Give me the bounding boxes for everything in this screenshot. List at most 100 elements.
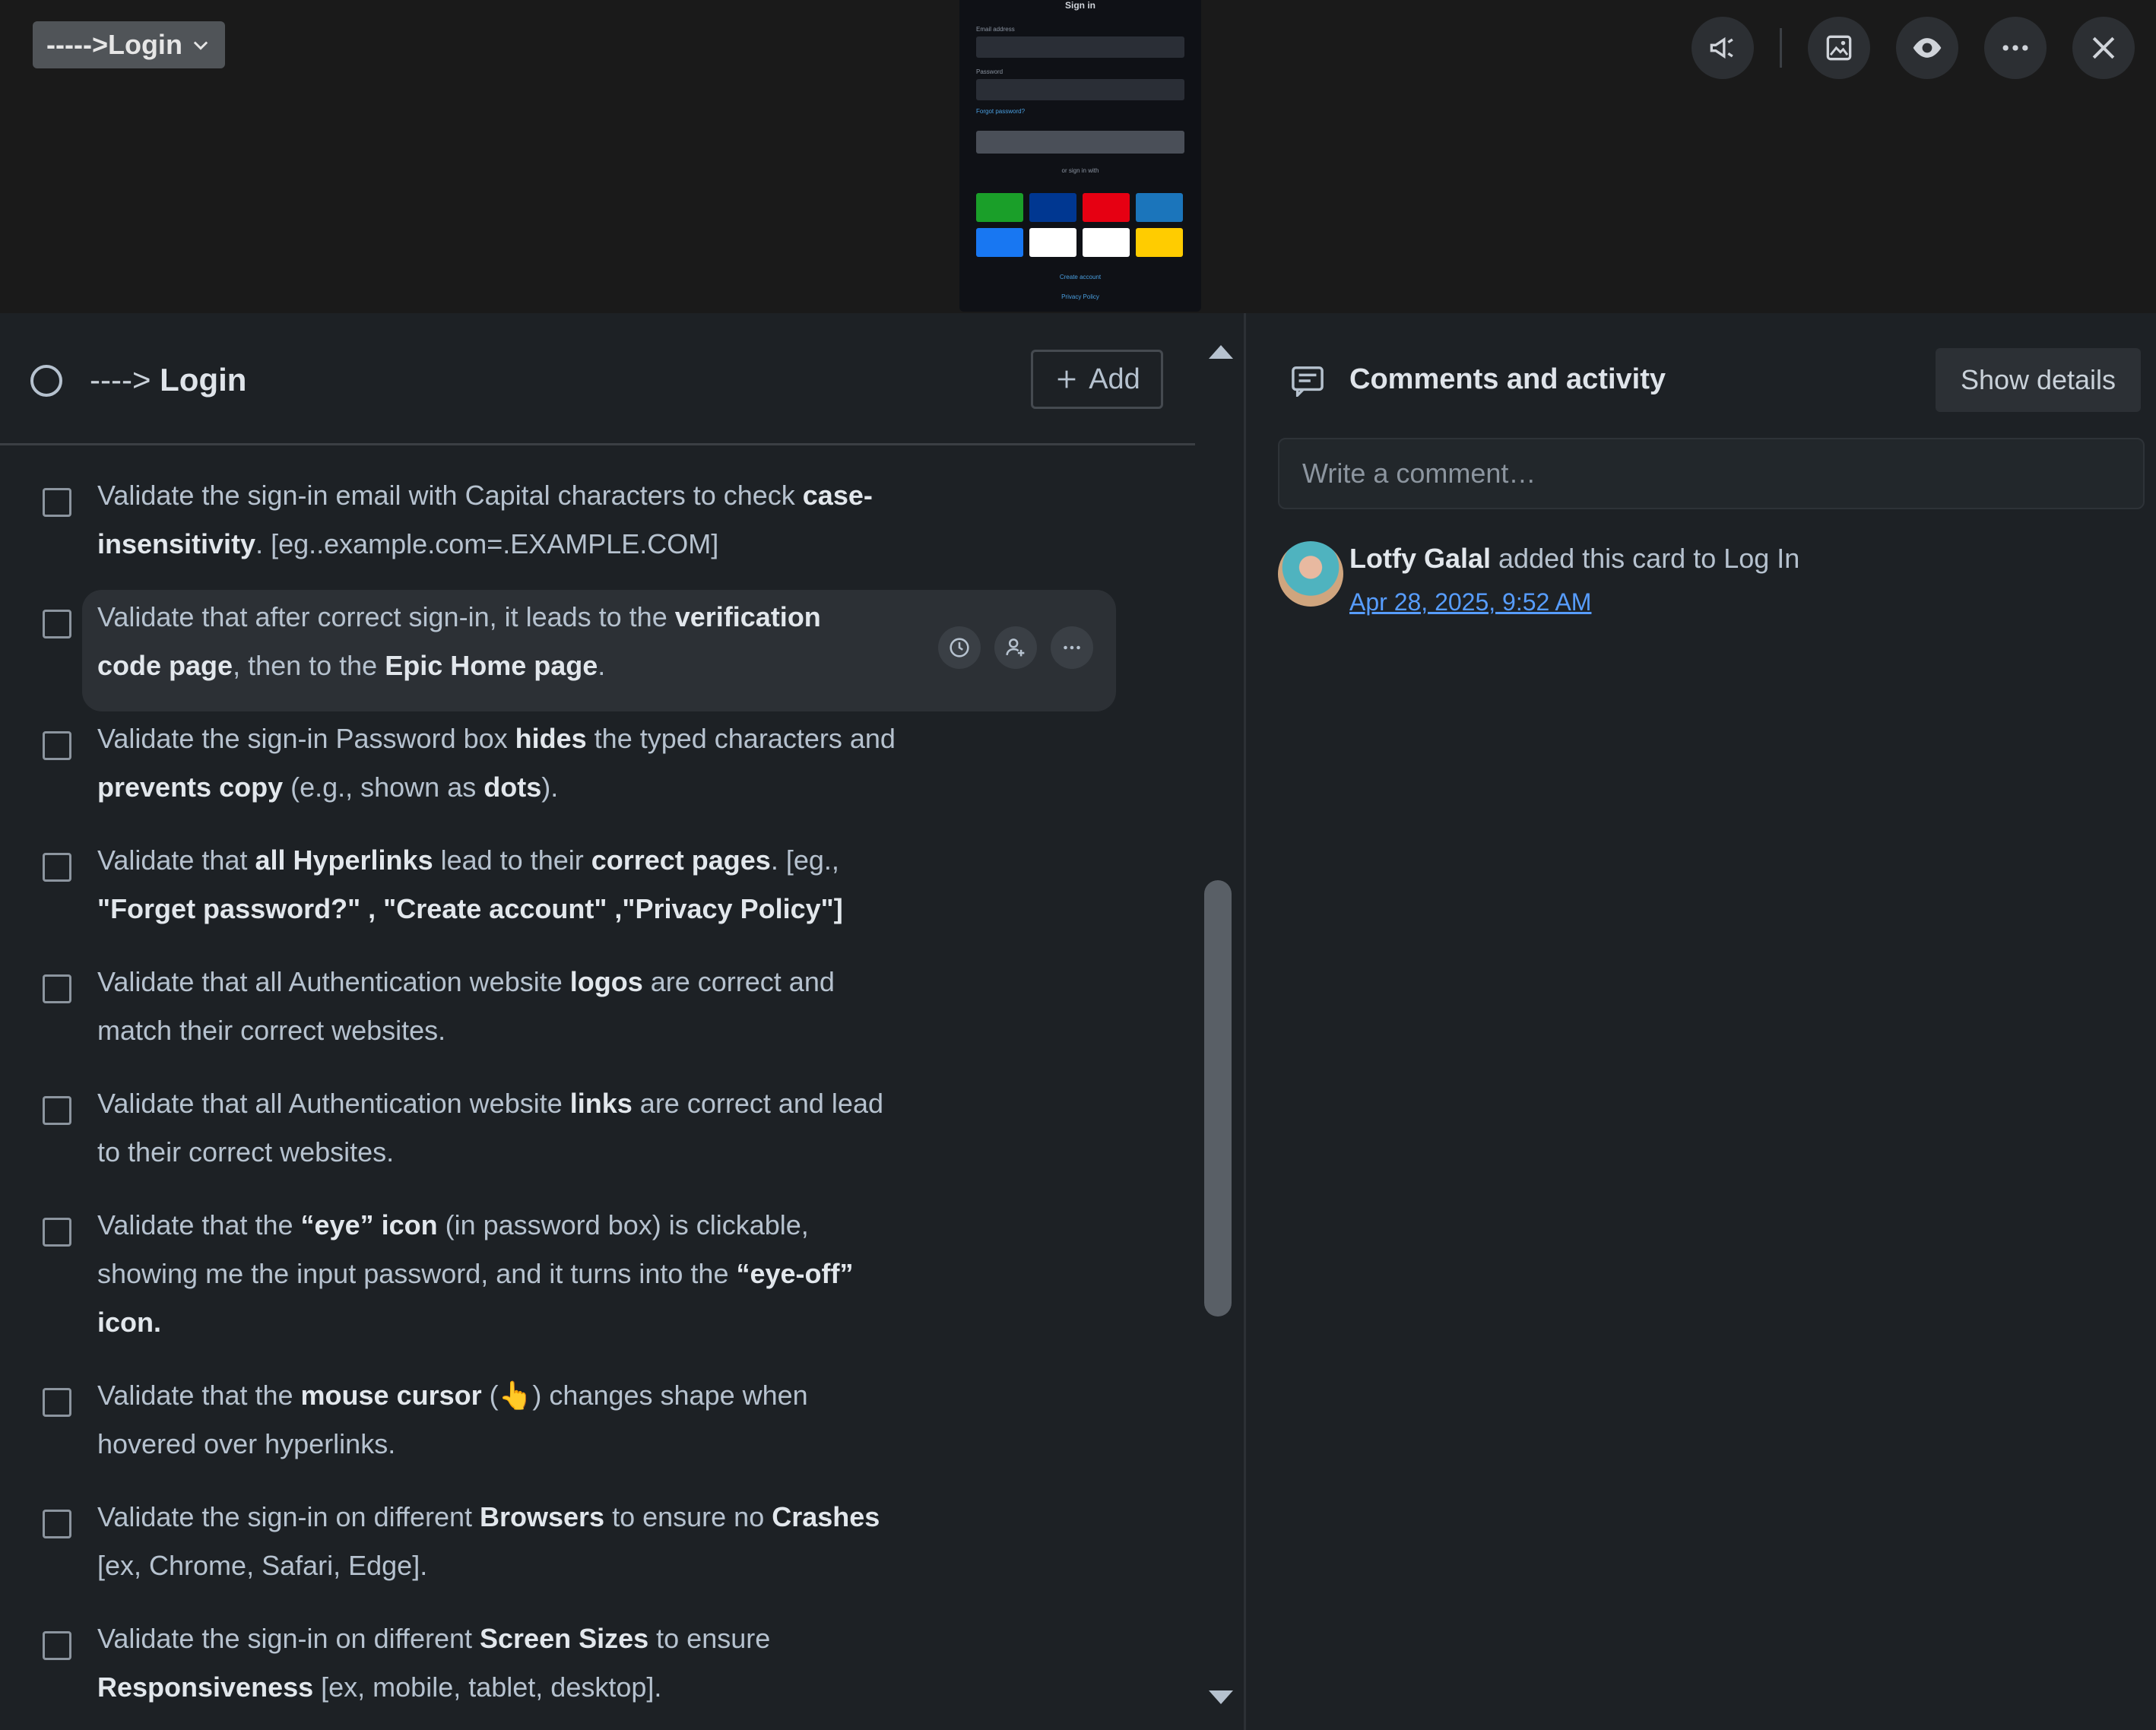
add-item-button[interactable]: Add [1031, 350, 1163, 409]
item-text-part: the typed characters and [586, 723, 896, 754]
checklist-item-text[interactable]: Validate that all Authentication website… [97, 958, 918, 1055]
watch-button[interactable] [1896, 17, 1958, 79]
checklist-item-checkbox[interactable] [43, 1218, 71, 1247]
scroll-up-arrow-icon[interactable] [1209, 345, 1233, 359]
item-text-bold: case- [802, 480, 873, 511]
preview-auth-logo [976, 228, 1023, 257]
item-text-part: Validate that the [97, 1380, 301, 1411]
preview-auth-logo [1083, 228, 1130, 257]
more-icon [2002, 45, 2028, 51]
checklist-item-text[interactable]: Validate that the “eye” icon (in passwor… [97, 1201, 918, 1347]
item-text-bold: correct pages [591, 844, 771, 876]
checklist-item-checkbox[interactable] [43, 731, 71, 760]
checklist-item-checkbox[interactable] [43, 1631, 71, 1660]
comment-icon [1292, 366, 1324, 397]
item-text-part: (in password box) is clickable, [437, 1209, 809, 1240]
preview-title: Sign in [1065, 0, 1095, 11]
comment-placeholder: Write a comment… [1302, 458, 1536, 489]
item-text-part: Validate that all Authentication website [97, 1088, 570, 1119]
item-more-button[interactable] [1051, 626, 1093, 669]
checklist-item-checkbox[interactable] [43, 610, 71, 638]
checklist-item-text[interactable]: Validate the sign-in Password box hides … [97, 714, 918, 812]
item-text-bold: links [569, 1088, 633, 1119]
list-selector-label: ----->Login [46, 29, 182, 60]
checklist-item-checkbox[interactable] [43, 1096, 71, 1125]
checklist-title-text: Login [160, 362, 247, 398]
item-text-part: to ensure no [604, 1501, 772, 1532]
comment-input[interactable]: Write a comment… [1278, 438, 2145, 509]
item-text-part: match their correct websites. [97, 1015, 446, 1046]
more-icon [1064, 645, 1080, 650]
item-text-part: ). [541, 772, 559, 803]
megaphone-icon [1710, 36, 1733, 59]
checklist-scrollbar[interactable] [1195, 313, 1244, 1730]
add-item-label: Add [1089, 363, 1140, 395]
preview-auth-logo [1029, 228, 1076, 257]
item-text-bold: all Hyperlinks [255, 844, 433, 876]
preview-password-field [976, 79, 1184, 100]
announce-button[interactable] [1692, 17, 1754, 79]
preview-forgot-link: Forgot password? [976, 108, 1026, 115]
item-text-part: showing me the input password, and it tu… [97, 1258, 737, 1289]
close-button[interactable] [2072, 17, 2135, 79]
item-text-bold: Browsers [480, 1501, 605, 1532]
checklist-item-checkbox[interactable] [43, 488, 71, 517]
toolbar-separator [1780, 28, 1782, 68]
avatar[interactable] [1278, 541, 1343, 607]
preview-password-label: Password [976, 68, 1003, 75]
checklist-item-checkbox[interactable] [43, 974, 71, 1003]
chevron-down-icon [193, 41, 208, 50]
eye-icon [1913, 38, 1942, 58]
checklist-item-text[interactable]: Validate that after correct sign-in, it … [97, 593, 918, 690]
checklist-item-text[interactable]: Validate the sign-in on different Browse… [97, 1493, 918, 1590]
item-text-part: to their correct websites. [97, 1136, 395, 1168]
scroll-down-arrow-icon[interactable] [1209, 1690, 1233, 1704]
checklist-item-text[interactable]: Validate that all Hyperlinks lead to the… [97, 836, 918, 933]
checklist-item-text[interactable]: Validate that all Authentication website… [97, 1079, 918, 1177]
item-text-bold: prevents copy [97, 772, 284, 803]
item-text-part: Validate that [97, 844, 255, 876]
checklist-item-checkbox[interactable] [43, 853, 71, 882]
checklist-progress-icon [30, 365, 62, 397]
list-selector[interactable]: ----->Login [33, 21, 225, 68]
item-text-bold: Epic Home page [385, 650, 598, 681]
checklist-item-checkbox[interactable] [43, 1388, 71, 1417]
checklist-item-checkbox[interactable] [43, 1510, 71, 1538]
more-button[interactable] [1984, 17, 2047, 79]
checklist-item-text[interactable]: Validate that the mouse cursor (👆) chang… [97, 1371, 918, 1469]
item-text-bold: “eye” icon [300, 1209, 438, 1240]
preview-auth-logo [976, 193, 1023, 222]
item-text-bold: “eye-off” [736, 1258, 854, 1289]
comments-title: Comments and activity [1349, 363, 1666, 395]
item-text-bold: dots [484, 772, 542, 803]
cover-image-button[interactable] [1808, 17, 1870, 79]
item-text-part: to ensure [648, 1623, 771, 1654]
image-icon [1826, 35, 1852, 61]
preview-auth-logo [1029, 193, 1076, 222]
plus-icon [1057, 370, 1076, 388]
item-actions [938, 626, 1093, 669]
item-text-part: lead to their [433, 844, 591, 876]
item-text-part: are correct and lead [632, 1088, 883, 1119]
scrollbar-thumb[interactable] [1204, 880, 1232, 1317]
checklist-item-text[interactable]: Validate the sign-in email with Capital … [97, 471, 918, 569]
checklist-header: ----> Login Add [0, 313, 1195, 445]
item-text-bold: Crashes [772, 1501, 880, 1532]
close-icon [2092, 36, 2115, 59]
preview-or-text: or sign in with [1061, 167, 1099, 174]
preview-auth-logo [1136, 193, 1183, 222]
activity-user[interactable]: Lotfy Galal [1349, 543, 1491, 574]
preview-email-field [976, 36, 1184, 58]
checklist-item-text[interactable]: Validate the sign-in on different Screen… [97, 1614, 918, 1712]
item-text-bold: icon. [97, 1307, 162, 1338]
show-details-button[interactable]: Show details [1936, 348, 2141, 412]
checklist-title-prefix: ----> [90, 362, 151, 398]
checklist-panel: ----> Login Add Validate the sign-in ema… [0, 313, 1195, 1730]
item-text-part: (👆) changes shape when [481, 1380, 808, 1411]
checklist-title: ----> Login [90, 362, 246, 398]
assign-member-button[interactable] [994, 626, 1037, 669]
activity-date-link[interactable]: Apr 28, 2025, 9:52 AM [1349, 588, 1591, 616]
item-text-part: hovered over hyperlinks. [97, 1428, 396, 1459]
due-date-button[interactable] [938, 626, 981, 669]
login-preview-image: Sign in Email address Password Forgot pa… [959, 0, 1201, 312]
